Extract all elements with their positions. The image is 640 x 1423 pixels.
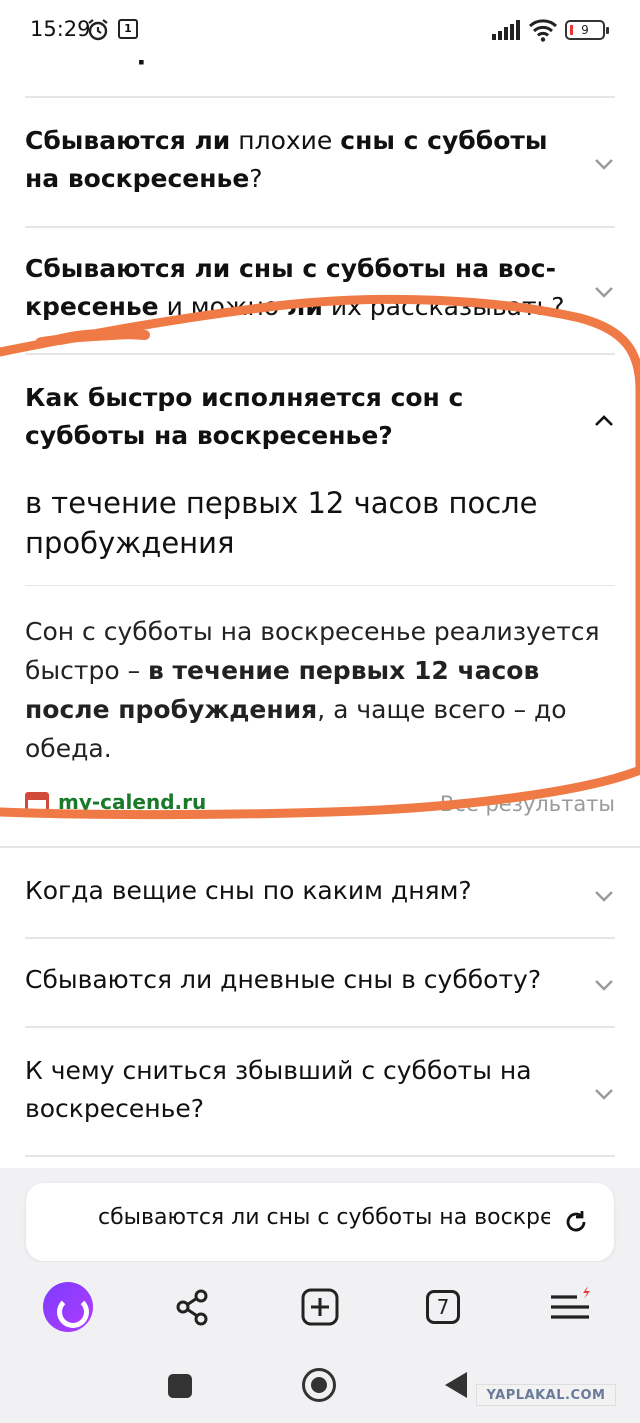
new-tab-button[interactable] — [295, 1282, 345, 1332]
reload-icon[interactable] — [562, 1208, 590, 1240]
faq-item[interactable]: Сбываются ли плохие сны с субботы на вос… — [25, 96, 615, 226]
tabs-button[interactable]: 7 — [418, 1282, 468, 1332]
alice-icon — [43, 1282, 93, 1332]
faq-question: Когда вещие сны по каким дням? — [25, 876, 472, 905]
faq-question: Сбываются ли плохие сны с субботы на вос… — [25, 122, 570, 198]
faq-item[interactable]: Когда вещие сны по каким дням? — [25, 848, 615, 938]
wifi-icon — [528, 18, 558, 46]
status-time: 15:29 — [30, 17, 91, 41]
faq-question: Сбываются ли сны с субботы на вос-кресен… — [25, 250, 570, 326]
search-bar[interactable]: сбываются ли сны с субботы на воскресень… — [26, 1183, 614, 1261]
faq-question-part: плохие — [230, 126, 341, 155]
menu-button[interactable] — [545, 1282, 595, 1332]
watermark: YAPLAKAL.COM — [476, 1384, 616, 1406]
search-query[interactable]: сбываются ли сны с субботы на воскресень… — [98, 1205, 550, 1230]
faq-item[interactable]: К чему сниться збывший с субботы на воск… — [25, 1026, 615, 1156]
share-icon — [176, 1289, 208, 1326]
faq-question: К чему сниться збывший с субботы на воск… — [25, 1056, 532, 1123]
faq-question-part: ? — [249, 164, 263, 193]
chevron-up-icon[interactable] — [593, 410, 615, 432]
status-bar: 15:29 1 9 — [0, 0, 640, 60]
answer-text: Сон с субботы на воскресенье реализуется… — [25, 612, 605, 768]
alice-button[interactable] — [43, 1282, 93, 1332]
all-results-link[interactable]: Все результаты — [440, 792, 615, 816]
home-button[interactable] — [302, 1368, 336, 1402]
faq-question-part: Как быстро исполняется сон с субботы на … — [25, 383, 464, 450]
notification-icon: 1 — [118, 19, 138, 39]
answer-highlight: в течение первых 12 часов после пробужде… — [25, 486, 538, 560]
plus-icon — [301, 1288, 339, 1326]
divider — [25, 1155, 615, 1157]
chevron-down-icon[interactable] — [593, 280, 615, 302]
faq-question-part: ли — [287, 292, 323, 321]
faq-question: Сбываются ли дневные сны в субботу? — [25, 965, 542, 994]
calendar-icon — [25, 792, 49, 816]
tabs-count: 7 — [426, 1290, 460, 1324]
chevron-down-icon[interactable] — [593, 973, 615, 995]
browser-toolbar: 7 — [0, 1262, 640, 1352]
chevron-down-icon[interactable] — [593, 884, 615, 906]
back-button[interactable] — [445, 1372, 467, 1398]
faq-question-part: и можно — [158, 292, 288, 321]
source-link[interactable]: my-calend.ru — [58, 790, 206, 814]
source-row: my-calend.ru Все результаты — [25, 790, 615, 820]
faq-item[interactable]: Сбываются ли дневные сны в субботу? — [25, 937, 615, 1027]
chevron-down-icon[interactable] — [593, 152, 615, 174]
faq-item[interactable]: Сбываются ли сны с субботы на вос-кресен… — [25, 226, 615, 354]
faq-item-expanded[interactable]: Как быстро исполняется сон с субботы на … — [25, 353, 615, 848]
signal-icon — [492, 20, 522, 44]
alarm-icon — [86, 18, 110, 46]
faq-question-part: Сбываются ли — [25, 126, 231, 155]
battery-icon: 9 — [565, 20, 609, 40]
share-button[interactable] — [168, 1282, 218, 1332]
divider — [25, 585, 615, 586]
faq-question: Как быстро исполняется сон с субботы на … — [25, 379, 570, 455]
faq-question-part: их рассказывать? — [322, 292, 565, 321]
menu-icon — [551, 1286, 590, 1319]
chevron-down-icon[interactable] — [593, 1082, 615, 1104]
recent-apps-button[interactable] — [168, 1374, 192, 1398]
